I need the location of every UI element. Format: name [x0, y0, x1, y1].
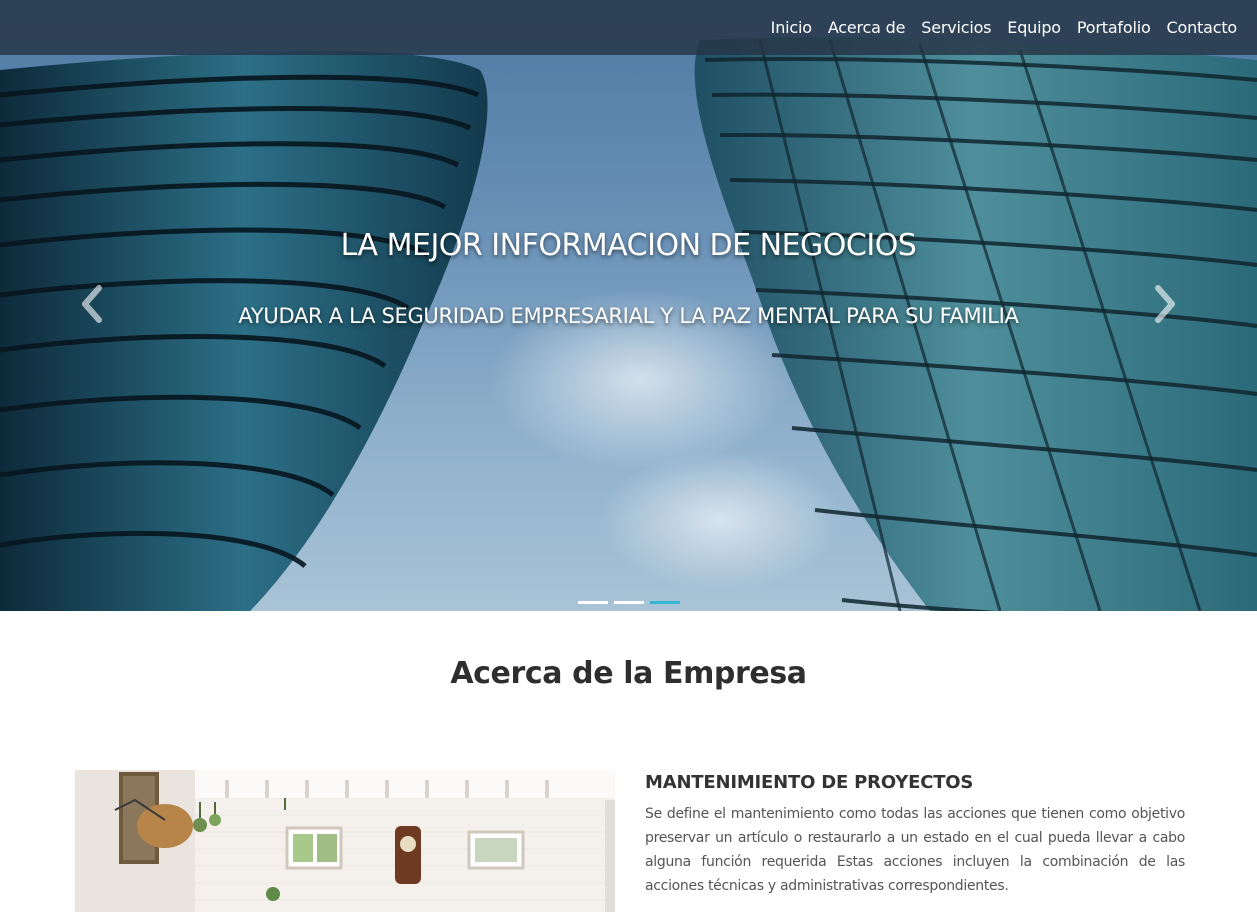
hero-title: LA MEJOR INFORMACION DE NEGOCIOS: [340, 228, 917, 263]
about-description: Se define el mantenimiento como todas la…: [645, 806, 1185, 894]
nav-item-contacto[interactable]: Contacto: [1167, 18, 1238, 37]
interior-room-illustration: [75, 770, 615, 912]
nav-item-acerca-de[interactable]: Acerca de: [828, 18, 906, 37]
nav-item-equipo[interactable]: Equipo: [1007, 18, 1061, 37]
carousel-indicator-1[interactable]: [577, 601, 608, 604]
about-image: [75, 770, 615, 912]
carousel-next-button[interactable]: [1145, 282, 1185, 326]
about-section-heading: Acerca de la Empresa: [450, 656, 807, 691]
carousel-indicator-2[interactable]: [613, 601, 644, 604]
hero-subtitle: AYUDAR A LA SEGURIDAD EMPRESARIAL Y LA P…: [238, 304, 1019, 328]
hero-carousel: LA MEJOR INFORMACION DE NEGOCIOS AYUDAR …: [0, 0, 1257, 611]
carousel-indicators: [0, 601, 1257, 604]
top-navbar: Inicio Acerca de Servicios Equipo Portaf…: [0, 0, 1257, 55]
nav-item-servicios[interactable]: Servicios: [921, 18, 991, 37]
carousel-indicator-3[interactable]: [649, 601, 680, 604]
nav-item-inicio[interactable]: Inicio: [771, 18, 812, 37]
carousel-prev-button[interactable]: [72, 282, 112, 326]
about-subsection-title: MANTENIMIENTO DE PROYECTOS: [645, 772, 974, 793]
nav-item-portafolio[interactable]: Portafolio: [1077, 18, 1151, 37]
chevron-right-icon: [1155, 285, 1175, 323]
chevron-left-icon: [82, 285, 102, 323]
